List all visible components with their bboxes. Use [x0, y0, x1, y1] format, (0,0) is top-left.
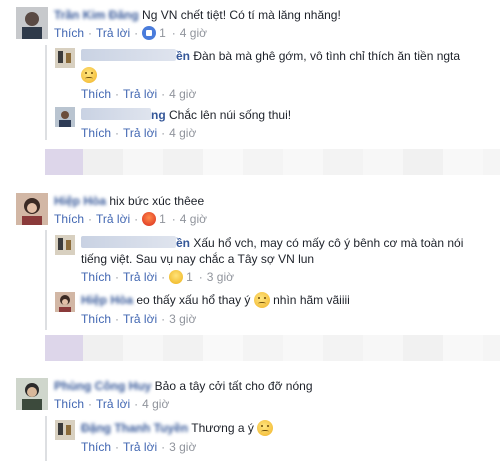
- confused-emoji-icon: [81, 67, 97, 83]
- reaction-count[interactable]: 1: [159, 25, 166, 41]
- reply-link[interactable]: Trả lời: [96, 396, 130, 412]
- like-link[interactable]: Thích: [54, 25, 84, 41]
- timestamp[interactable]: 4 giờ: [180, 211, 207, 227]
- reply: ng Chắc lên núi sống thui! Thích · Trả l…: [55, 107, 291, 141]
- avatar[interactable]: [55, 48, 75, 68]
- reply-author-masked[interactable]: [81, 236, 176, 248]
- reply-author[interactable]: Hiệp Hòa: [81, 293, 133, 307]
- reply-author[interactable]: Đặng Thanh Tuyền: [81, 421, 188, 435]
- sad-reaction-icon[interactable]: [169, 270, 184, 284]
- reply-link[interactable]: Trả lời: [96, 211, 130, 227]
- like-link[interactable]: Thích: [81, 269, 111, 285]
- like-link[interactable]: Thích: [54, 211, 84, 227]
- reply-author-masked[interactable]: [81, 108, 151, 120]
- reply-link[interactable]: Trả lời: [96, 25, 130, 41]
- reply-link[interactable]: Trả lời: [123, 125, 157, 141]
- reply-divider: [45, 416, 47, 461]
- reply-link[interactable]: Trả lời: [123, 311, 157, 327]
- reply-text: Chắc lên núi sống thui!: [169, 108, 292, 122]
- timestamp[interactable]: 3 giờ: [169, 439, 196, 455]
- timestamp[interactable]: 4 giờ: [169, 86, 196, 102]
- comment: Hiệp Hòa hix bức xúc thêee Thích · Trả l…: [16, 193, 207, 227]
- reply: Hiệp Hòa eo thấy xấu hổ thay ý nhìn hãm …: [55, 292, 350, 327]
- reply: Đặng Thanh Tuyền Thương a ý Thích · Trả …: [55, 420, 274, 455]
- confused-emoji-icon: [253, 292, 270, 308]
- reaction-count[interactable]: 1: [159, 211, 166, 227]
- timestamp[interactable]: 4 giờ: [180, 25, 207, 41]
- timestamp[interactable]: 4 giờ: [169, 125, 196, 141]
- reply-link[interactable]: Trả lời: [123, 86, 157, 102]
- reply-author[interactable]: ng: [151, 108, 166, 122]
- reply-author-masked[interactable]: [81, 49, 176, 61]
- reply-text: Thương a ý: [191, 421, 254, 435]
- confused-emoji-icon: [257, 420, 274, 436]
- like-icon[interactable]: [142, 26, 157, 40]
- reply-link[interactable]: Trả lời: [123, 269, 157, 285]
- reply-text: Xấu hổ vch, may có mấy cô ý bênh cơ mà t…: [193, 236, 464, 250]
- avatar[interactable]: [55, 420, 75, 440]
- avatar[interactable]: [16, 7, 48, 39]
- like-link[interactable]: Thích: [81, 311, 111, 327]
- comment-author[interactable]: Phùng Công Huy: [54, 379, 151, 393]
- comment: Trần Kim Đăng Ng VN chết tiệt! Có tí mà …: [16, 7, 341, 41]
- reply-author[interactable]: ền: [176, 236, 190, 250]
- reply-input-strip[interactable]: [45, 149, 500, 175]
- like-link[interactable]: Thích: [81, 439, 111, 455]
- comment-author[interactable]: Hiệp Hòa: [54, 194, 106, 208]
- avatar[interactable]: [16, 193, 48, 225]
- reply-divider: [45, 230, 47, 330]
- angry-icon[interactable]: [142, 212, 157, 226]
- timestamp[interactable]: 3 giờ: [207, 269, 234, 285]
- comment-text: Bảo a tây cởi tất cho đỡ nóng: [154, 379, 313, 393]
- reply-link[interactable]: Trả lời: [123, 439, 157, 455]
- reply-author[interactable]: ền: [176, 49, 190, 63]
- timestamp[interactable]: 4 giờ: [142, 396, 169, 412]
- comment-text: Ng VN chết tiệt! Có tí mà lăng nhăng!: [142, 8, 341, 22]
- comment-text: hix bức xúc thêee: [109, 194, 205, 208]
- avatar[interactable]: [16, 378, 48, 410]
- reply: ền Xấu hổ vch, may có mấy cô ý bênh cơ m…: [55, 235, 463, 285]
- like-link[interactable]: Thích: [81, 86, 111, 102]
- reaction-count[interactable]: 1: [186, 269, 193, 285]
- reply-text-continued: tiếng việt. Sau vụ nay chắc a Tây sợ VN …: [81, 252, 315, 266]
- reply-text: Đàn bà mà ghê gớm, vô tình chỉ thích ăn …: [193, 49, 461, 63]
- reply-text: eo thấy xấu hổ thay ý: [136, 293, 251, 307]
- reply-divider: [45, 45, 47, 140]
- reply-input-strip[interactable]: [45, 335, 500, 361]
- reply: ền Đàn bà mà ghê gớm, vô tình chỉ thích …: [55, 48, 460, 102]
- avatar[interactable]: [55, 292, 75, 312]
- timestamp[interactable]: 3 giờ: [169, 311, 196, 327]
- avatar[interactable]: [55, 107, 75, 127]
- comment-author[interactable]: Trần Kim Đăng: [54, 8, 139, 22]
- like-link[interactable]: Thích: [81, 125, 111, 141]
- reply-text-after-emoji: nhìn hãm vãiiii: [273, 293, 350, 307]
- like-link[interactable]: Thích: [54, 396, 84, 412]
- comment: Phùng Công Huy Bảo a tây cởi tất cho đỡ …: [16, 378, 313, 412]
- avatar[interactable]: [55, 235, 75, 255]
